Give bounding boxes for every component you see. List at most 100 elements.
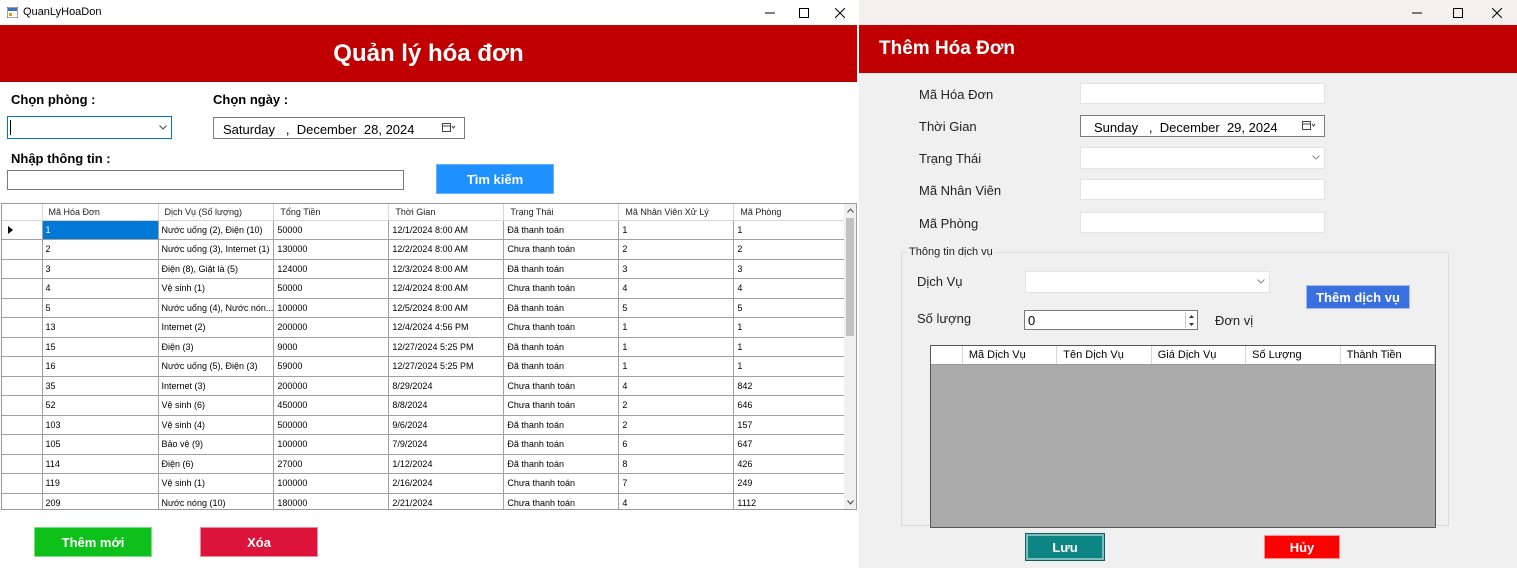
table-cell[interactable]: 100000	[273, 434, 390, 455]
table-cell[interactable]: Chưa thanh toán	[503, 239, 620, 260]
row-header[interactable]	[2, 278, 43, 299]
table-cell[interactable]: 2	[618, 395, 735, 416]
table-cell[interactable]: 5	[618, 298, 735, 318]
table-cell[interactable]: 1/12/2024	[388, 454, 505, 474]
employee-input[interactable]	[1080, 179, 1325, 200]
row-header[interactable]	[2, 356, 43, 377]
add-new-button[interactable]: Thêm mới	[34, 527, 152, 557]
scroll-down-icon[interactable]	[847, 500, 854, 505]
maximize-button-2[interactable]	[1440, 0, 1476, 25]
save-button[interactable]: Lưu	[1025, 533, 1105, 561]
row-header[interactable]	[2, 376, 43, 396]
table-cell[interactable]: 15	[42, 337, 159, 357]
column-header[interactable]: Mã Phòng	[733, 204, 848, 221]
table-cell[interactable]: Đã thanh toán	[503, 356, 620, 377]
column-header[interactable]: Thời Gian	[388, 204, 505, 221]
table-row[interactable]: 52 Vệ sinh (6) 450000 8/8/2024 Chưa thanh to…	[2, 395, 848, 416]
table-cell[interactable]: 12/3/2024 8:00 AM	[388, 259, 505, 279]
table-cell[interactable]: Nước uống (5), Điện (3)	[158, 356, 275, 377]
table-cell[interactable]: Chưa thanh toán	[503, 395, 620, 416]
close-button[interactable]	[822, 0, 857, 25]
table-scrollbar[interactable]	[844, 204, 856, 509]
row-header[interactable]	[2, 473, 43, 494]
service-column-header[interactable]: Tên Dịch Vụ	[1057, 346, 1152, 364]
table-row[interactable]: 209 Nước nóng (10) 180000 2/21/2024 Chưa tha…	[2, 493, 848, 509]
row-header[interactable]	[2, 454, 43, 474]
table-cell[interactable]: 12/2/2024 8:00 AM	[388, 239, 505, 260]
table-cell[interactable]: Điện (3)	[158, 337, 275, 357]
table-row[interactable]: 13 Internet (2) 200000 12/4/2024 4:56 PM Chư…	[2, 317, 848, 338]
spin-up-icon[interactable]	[1186, 312, 1196, 320]
table-cell[interactable]: 50000	[273, 220, 390, 240]
table-cell[interactable]: Đã thanh toán	[503, 415, 620, 435]
row-header[interactable]	[2, 259, 43, 279]
table-cell[interactable]: 1	[618, 356, 735, 377]
table-cell[interactable]: 3	[618, 259, 735, 279]
table-cell[interactable]: Internet (3)	[158, 376, 275, 396]
table-cell[interactable]: 1	[618, 220, 735, 240]
column-header[interactable]: Mã Hóa Đơn	[42, 204, 159, 221]
table-cell[interactable]: 52	[42, 395, 159, 416]
delete-button[interactable]: Xóa	[200, 527, 318, 557]
table-cell[interactable]: 500000	[273, 415, 390, 435]
table-cell[interactable]: 130000	[273, 239, 390, 260]
table-cell[interactable]: 2	[42, 239, 159, 260]
row-header[interactable]	[2, 395, 43, 416]
table-cell[interactable]: 103	[42, 415, 159, 435]
column-header[interactable]: Mã Nhân Viên Xử Lý	[618, 204, 735, 221]
table-cell[interactable]: 12/1/2024 8:00 AM	[388, 220, 505, 240]
table-cell[interactable]: 119	[42, 473, 159, 494]
table-cell[interactable]: Đã thanh toán	[503, 259, 620, 279]
column-header[interactable]: Trạng Thái	[503, 204, 620, 221]
table-cell[interactable]: Chưa thanh toán	[503, 317, 620, 338]
row-header[interactable]	[2, 493, 43, 509]
row-header[interactable]	[2, 298, 43, 318]
table-row[interactable]: 105 Bảo vệ (9) 100000 7/9/2024 Đã thanh toán…	[2, 434, 848, 455]
spin-down-icon[interactable]	[1186, 320, 1196, 328]
table-cell[interactable]: 249	[733, 473, 848, 494]
table-cell[interactable]: 114	[42, 454, 159, 474]
table-cell[interactable]: 50000	[273, 278, 390, 299]
table-cell[interactable]: 647	[733, 434, 848, 455]
table-row[interactable]: 35 Internet (3) 200000 8/29/2024 Chưa thanh …	[2, 376, 848, 396]
table-cell[interactable]: 1	[733, 337, 848, 357]
minimize-button-2[interactable]	[1399, 0, 1435, 25]
quantity-spinner[interactable]	[1185, 312, 1196, 328]
row-header[interactable]	[2, 434, 43, 455]
table-cell[interactable]: Bảo vệ (9)	[158, 434, 275, 455]
table-cell[interactable]: Điện (6)	[158, 454, 275, 474]
table-cell[interactable]: 5	[733, 298, 848, 318]
table-cell[interactable]: 1	[733, 317, 848, 338]
row-header[interactable]	[2, 220, 43, 240]
table-cell[interactable]: 157	[733, 415, 848, 435]
table-cell[interactable]: Vệ sinh (1)	[158, 473, 275, 494]
table-cell[interactable]: 5	[42, 298, 159, 318]
table-cell[interactable]: Đã thanh toán	[503, 220, 620, 240]
table-row[interactable]: 5 Nước uống (4), Nước nón... 100000 12/5/20…	[2, 298, 848, 318]
search-input[interactable]	[7, 170, 404, 190]
service-column-header[interactable]: Thành Tiền	[1341, 346, 1435, 364]
table-cell[interactable]: 2	[618, 415, 735, 435]
table-cell[interactable]: 8/29/2024	[388, 376, 505, 396]
table-cell[interactable]: 2	[618, 239, 735, 260]
row-header[interactable]	[2, 415, 43, 435]
table-cell[interactable]: Vệ sinh (4)	[158, 415, 275, 435]
table-cell[interactable]: 200000	[273, 317, 390, 338]
table-cell[interactable]: Đã thanh toán	[503, 298, 620, 318]
table-cell[interactable]: 59000	[273, 356, 390, 377]
table-row[interactable]: 119 Vệ sinh (1) 100000 2/16/2024 Chưa thanh …	[2, 473, 848, 494]
table-cell[interactable]: 12/27/2024 5:25 PM	[388, 337, 505, 357]
service-column-header[interactable]: Mã Dịch Vụ	[963, 346, 1058, 364]
table-row[interactable]: 103 Vệ sinh (4) 500000 9/6/2024 Đã thanh toá…	[2, 415, 848, 435]
table-row[interactable]: 4 Vệ sinh (1) 50000 12/4/2024 8:00 AM Chưa t…	[2, 278, 848, 299]
close-button-2[interactable]	[1479, 0, 1515, 25]
table-cell[interactable]: 124000	[273, 259, 390, 279]
table-cell[interactable]: 9000	[273, 337, 390, 357]
table-cell[interactable]: Nước uống (4), Nước nón...	[158, 298, 275, 318]
table-cell[interactable]: 4	[618, 376, 735, 396]
table-cell[interactable]: 27000	[273, 454, 390, 474]
table-cell[interactable]: Nước uống (2), Điện (10)	[158, 220, 275, 240]
table-cell[interactable]: 2/16/2024	[388, 473, 505, 494]
row-header[interactable]	[2, 337, 43, 357]
table-cell[interactable]: 180000	[273, 493, 390, 509]
